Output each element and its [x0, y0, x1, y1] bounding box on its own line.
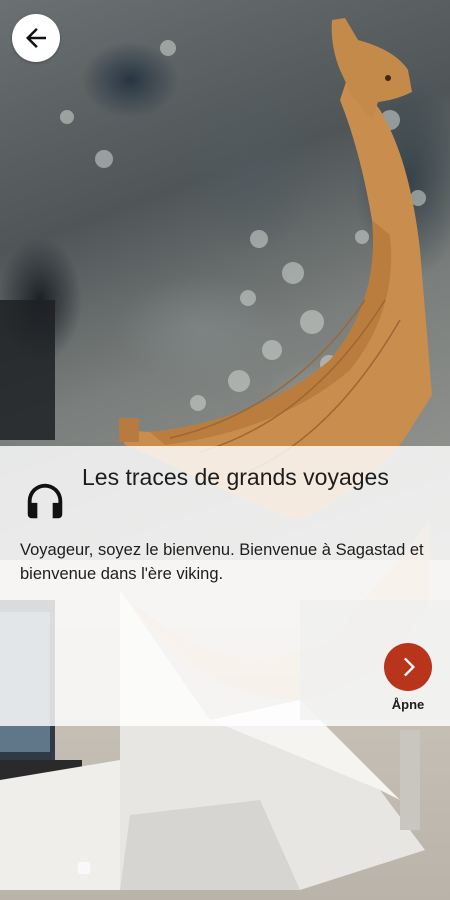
panel-title: Les traces de grands voyages	[82, 464, 389, 490]
headphones-icon	[27, 483, 63, 519]
panel-description: Voyageur, soyez le bienvenu. Bienvenue à…	[20, 541, 424, 583]
open-button[interactable]	[384, 643, 432, 691]
arrow-left-icon	[26, 28, 46, 48]
open-button-label[interactable]: Åpne	[378, 697, 438, 712]
chevron-right-icon	[404, 657, 415, 677]
back-button[interactable]	[12, 14, 60, 62]
